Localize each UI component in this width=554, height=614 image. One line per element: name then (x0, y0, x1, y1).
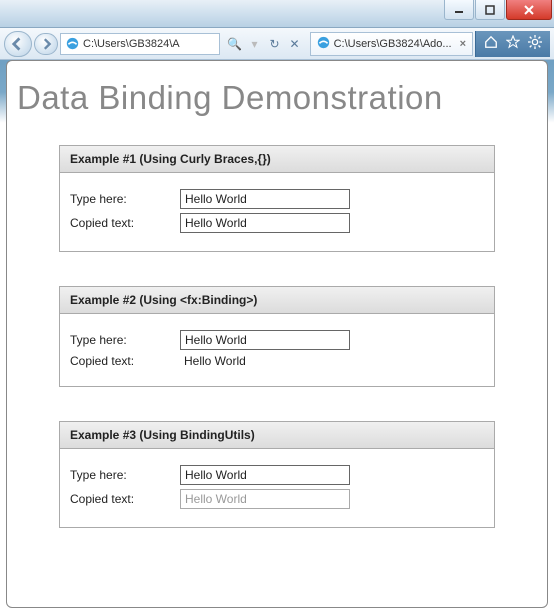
copied-text-input[interactable] (180, 489, 350, 509)
window-titlebar (0, 0, 554, 28)
star-icon (506, 35, 520, 49)
panel-body: Type here: Copied text: (60, 449, 494, 527)
panel-header: Example #3 (Using BindingUtils) (60, 422, 494, 449)
copied-text-value: Hello World (180, 354, 246, 368)
browser-toolbar: C:\Users\GB3824\A 🔍 ▾ ↻ ✕ C:\Users\GB382… (0, 28, 554, 60)
type-here-label: Type here: (70, 333, 180, 347)
type-here-input[interactable] (180, 189, 350, 209)
command-bar (475, 31, 550, 57)
nav-forward-button[interactable] (34, 33, 58, 55)
copied-text-input[interactable] (180, 213, 350, 233)
type-here-input[interactable] (180, 465, 350, 485)
nav-back-button[interactable] (4, 31, 32, 57)
window-close-button[interactable] (506, 0, 552, 20)
close-icon (524, 5, 534, 15)
home-button[interactable] (484, 35, 498, 52)
browser-tab[interactable]: C:\Users\GB3824\Ado... × (310, 32, 473, 56)
type-here-label: Type here: (70, 192, 180, 206)
tools-button[interactable] (528, 35, 542, 52)
panel-header: Example #2 (Using <fx:Binding>) (60, 287, 494, 314)
type-here-input[interactable] (180, 330, 350, 350)
favorites-button[interactable] (506, 35, 520, 52)
form-row: Copied text: (70, 489, 484, 509)
form-row: Type here: (70, 189, 484, 209)
page-title: Data Binding Demonstration (17, 79, 537, 117)
form-row: Type here: (70, 465, 484, 485)
form-row: Copied text: Hello World (70, 354, 484, 368)
type-here-label: Type here: (70, 468, 180, 482)
ie-page-icon (65, 37, 79, 51)
address-text: C:\Users\GB3824\A (83, 38, 180, 50)
address-bar[interactable]: C:\Users\GB3824\A (60, 33, 220, 55)
window-minimize-button[interactable] (444, 0, 474, 20)
arrow-left-icon (11, 37, 25, 51)
copied-text-label: Copied text: (70, 216, 180, 230)
maximize-icon (485, 5, 495, 15)
stop-button[interactable]: ✕ (286, 37, 304, 51)
minimize-icon (454, 5, 464, 15)
window-maximize-button[interactable] (475, 0, 505, 20)
panel-body: Type here: Copied text: Hello World (60, 314, 494, 386)
copied-text-label: Copied text: (70, 354, 180, 368)
form-row: Type here: (70, 330, 484, 350)
panel-body: Type here: Copied text: (60, 173, 494, 251)
copied-text-label: Copied text: (70, 492, 180, 506)
tab-title: C:\Users\GB3824\Ado... (334, 38, 452, 50)
gear-icon (528, 35, 542, 49)
refresh-button[interactable]: ↻ (266, 37, 284, 51)
form-row: Copied text: (70, 213, 484, 233)
example-panel-3: Example #3 (Using BindingUtils) Type her… (59, 421, 495, 528)
address-actions: 🔍 ▾ ↻ ✕ (222, 37, 308, 51)
tab-close-button[interactable]: × (460, 38, 466, 50)
home-icon (484, 35, 498, 49)
ie-tab-icon (317, 36, 330, 52)
arrow-right-icon (40, 38, 52, 50)
compat-separator: ▾ (246, 37, 264, 51)
page-content: Data Binding Demonstration Example #1 (U… (6, 60, 548, 608)
example-panel-1: Example #1 (Using Curly Braces,{}) Type … (59, 145, 495, 252)
example-panel-2: Example #2 (Using <fx:Binding>) Type her… (59, 286, 495, 387)
search-dropdown-icon[interactable]: 🔍 (226, 37, 244, 51)
panel-header: Example #1 (Using Curly Braces,{}) (60, 146, 494, 173)
